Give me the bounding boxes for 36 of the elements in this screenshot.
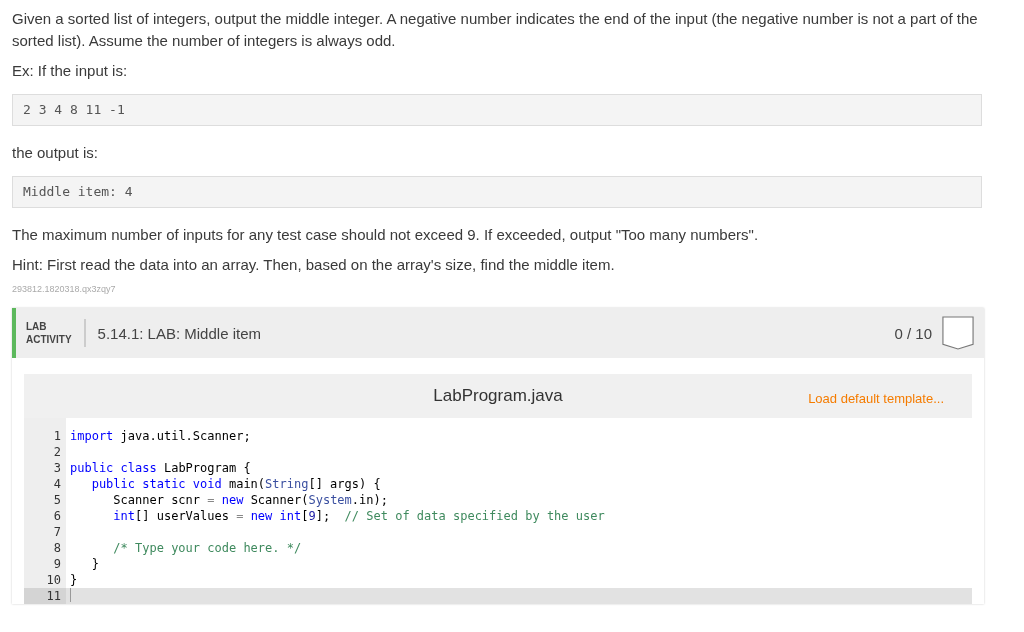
line-number: 3 [52,460,62,476]
code-line: } [69,572,78,588]
line-number: 11 [24,588,66,604]
line-number: 6 [52,508,62,524]
problem-id: 293812.1820318.qx3zqy7 [12,284,117,294]
code-editor[interactable] [24,418,972,604]
text-cursor [70,588,71,602]
file-name: LabProgram.java [433,386,563,406]
code-line: public class LabProgram { [69,460,251,476]
lab-title: 5.14.1: LAB: Middle item [97,324,262,342]
line-number: 4 [52,476,62,492]
line-number: 7 [52,524,62,540]
code-line: int[] userValues = new int[9]; // Set of data specified by the user [112,508,605,524]
activity-label: LAB [26,320,48,333]
line-number: 5 [52,492,62,508]
paragraph: The maximum number of inputs for any test case should not exceed 9. If exceeded, output "Too many numbers". [12,225,760,245]
load-template-link[interactable]: Load default template... [808,391,944,406]
paragraph: Ex: If the input is: [12,61,129,81]
code-block: 2 3 4 8 11 -1 [12,94,982,126]
paragraph: Given a sorted list of integers, output the middle integer. A negative number indicates the end of the input (the negative number is not a part of the sorted list). Assume the number of integers is always odd. [12,9,979,51]
code-line: import java.util.Scanner; [69,428,251,444]
paragraph: the output is: [12,143,99,163]
line-number: 9 [52,556,62,572]
paragraph: Hint: First read the data into an array. Then, based on the array's size, find the middle item. [12,255,616,275]
score-badge-icon [942,315,974,351]
line-number: 1 [52,428,62,444]
line-number: 10 [45,572,62,588]
code-line: /* Type your code here. */ [112,540,302,556]
line-number: 8 [52,540,62,556]
score-text: 0 / 10 [894,324,932,342]
line-number: 2 [52,444,62,460]
code-block: Middle item: 4 [12,176,982,208]
code-line: public static void main(String[] args) { [90,476,381,492]
code-line: Scanner scnr = new Scanner(System.in); [112,492,388,508]
activity-label: ACTIVITY [26,333,72,346]
code-line: } [90,556,99,572]
